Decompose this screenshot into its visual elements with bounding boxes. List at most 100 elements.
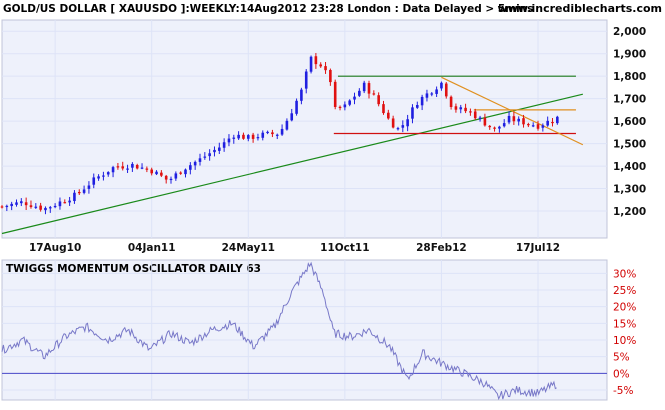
candle-body	[377, 95, 380, 105]
candle-body	[454, 106, 458, 110]
candle-body	[406, 119, 409, 127]
candle-body	[121, 166, 125, 169]
oscillator-panel: TWIGGS MOMENTUM OSCILLATOR DAILY 63 30%2…	[1, 259, 636, 401]
candle-body	[469, 111, 472, 113]
candle-body	[348, 100, 351, 105]
candle-body	[314, 56, 318, 65]
candle-body	[102, 175, 105, 177]
candle-body	[140, 167, 144, 169]
candle-body	[106, 172, 110, 175]
candle-body	[271, 132, 274, 135]
candle-body	[34, 206, 38, 208]
candle-body	[473, 111, 477, 119]
candle-body	[0, 206, 4, 208]
candle-body	[53, 205, 57, 208]
candle-body	[68, 200, 71, 203]
candle-body	[189, 165, 192, 170]
oscillator-y-tick-label: -5%	[613, 385, 633, 397]
candle-body	[343, 104, 347, 108]
price-x-tick-label: 11Oct11	[320, 242, 369, 254]
candle-body	[411, 107, 414, 119]
oscillator-y-tick-label: 25%	[613, 285, 636, 297]
candle-body	[367, 83, 371, 94]
candle-body	[169, 178, 173, 181]
candle-body	[531, 125, 535, 127]
oscillator-y-tick-label: 20%	[613, 302, 636, 314]
candle-body	[160, 172, 163, 176]
oscillator-y-tick-label: 30%	[613, 268, 636, 280]
candle-body	[372, 93, 376, 95]
candle-body	[300, 89, 303, 101]
candle-body	[5, 205, 9, 208]
candle-body	[382, 104, 385, 114]
candle-body	[184, 169, 187, 175]
candle-body	[493, 127, 496, 129]
candle-body	[135, 164, 139, 169]
candle-body	[483, 117, 487, 126]
candle-body	[425, 93, 429, 98]
candle-body	[464, 107, 467, 112]
candle-body	[227, 138, 231, 143]
candle-body	[362, 82, 366, 92]
candle-body	[338, 106, 342, 109]
candle-body	[208, 153, 211, 157]
candle-body	[517, 118, 520, 122]
price-y-tick-label: 1,300	[613, 184, 646, 196]
candle-body	[20, 201, 23, 204]
candle-body	[251, 134, 255, 139]
price-x-tick-label: 17Aug10	[29, 242, 81, 254]
candle-body	[396, 128, 400, 130]
candle-body	[218, 147, 221, 151]
candle-body	[358, 90, 361, 96]
price-x-tick-label: 17Jul12	[516, 242, 560, 254]
site-url[interactable]: www.incrediblecharts.com	[498, 2, 662, 15]
candle-body	[353, 96, 356, 100]
candle-body	[280, 128, 284, 135]
price-x-tick-label: 28Feb12	[416, 242, 467, 254]
price-x-axis: 17Aug10 04Jan11 24May11 11Oct11 28Feb12 17Jul…	[29, 242, 560, 254]
candle-body	[275, 134, 279, 136]
oscillator-y-tick-label: 0%	[613, 368, 630, 380]
candle-body	[48, 207, 52, 209]
candle-body	[290, 113, 294, 121]
oscillator-y-tick-label: 5%	[613, 352, 630, 364]
candle-body	[512, 116, 516, 122]
candle-body	[420, 96, 424, 106]
candle-body	[430, 93, 434, 95]
candle-body	[87, 185, 91, 189]
candle-body	[387, 112, 390, 119]
candle-body	[193, 161, 197, 166]
candle-body	[44, 207, 47, 211]
candle-body	[478, 117, 482, 119]
candle-body	[304, 71, 308, 89]
price-y-tick-label: 1,800	[613, 71, 646, 83]
price-plot-area	[1, 19, 608, 239]
chart-header-title: GOLD/US DOLLAR [ XAUUSDO ]:WEEKLY:14Aug2…	[3, 3, 533, 15]
candle-body	[92, 177, 96, 185]
candle-body	[309, 56, 313, 72]
candle-body	[459, 107, 463, 110]
candle-body	[556, 116, 559, 124]
price-y-axis: 1,200 1,300 1,400 1,500 1,600 1,700 1,800 1,900…	[613, 26, 646, 218]
price-x-tick-label: 24May11	[222, 242, 275, 254]
candle-body	[164, 175, 168, 180]
candle-body	[10, 203, 13, 207]
candle-body	[324, 66, 327, 71]
candle-body	[150, 169, 153, 174]
candle-body	[174, 173, 178, 179]
candle-body	[77, 191, 81, 194]
price-y-tick-label: 1,400	[613, 161, 646, 173]
candle-body	[24, 202, 28, 206]
candle-body	[256, 137, 260, 139]
candle-body	[222, 142, 226, 148]
candle-body	[551, 121, 554, 124]
candle-body	[97, 176, 100, 179]
candle-body	[15, 202, 18, 205]
oscillator-plot-area	[1, 259, 608, 401]
price-panel: 1,200 1,300 1,400 1,500 1,600 1,700 1,800 1,900…	[0, 19, 646, 254]
candle-body	[285, 120, 289, 130]
candle-body	[488, 125, 492, 128]
candle-body	[541, 125, 545, 128]
candle-body	[145, 168, 149, 170]
oscillator-y-axis: 30% 25% 20% 15% 10% 5% 0% -5%	[613, 268, 636, 397]
